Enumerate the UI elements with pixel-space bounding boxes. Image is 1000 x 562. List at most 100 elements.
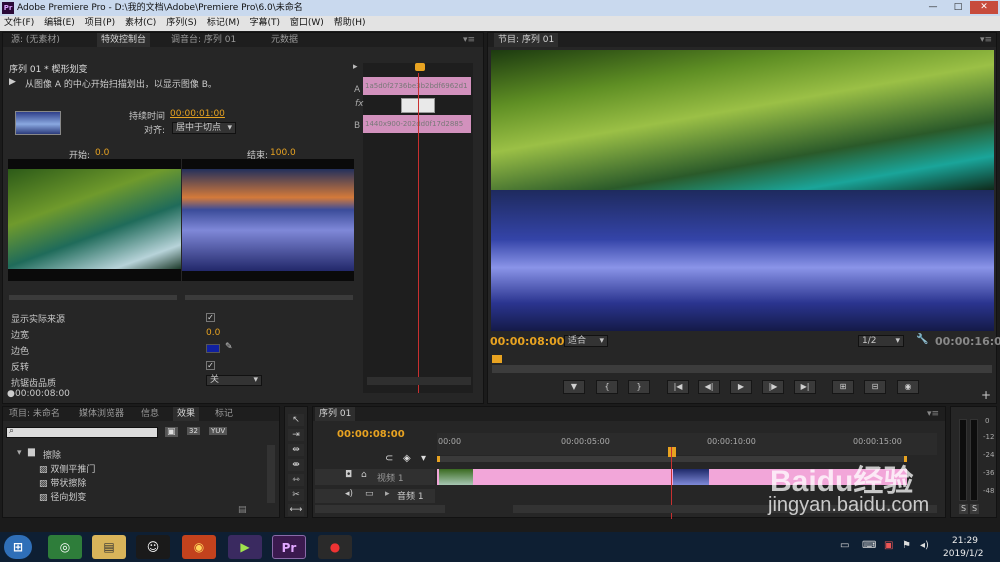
tab-effects[interactable]: 效果 [173,407,200,421]
extract-button[interactable]: ⊟ [864,380,886,394]
32bit-effects-icon[interactable]: 32 [187,427,200,435]
duration-value[interactable]: 00:00:01:00 [170,109,225,119]
preview-b-slider[interactable] [185,295,353,300]
tab-metadata[interactable]: 元数据 [271,33,298,47]
track-select-tool-icon[interactable]: ⇥ [288,429,304,441]
close-button[interactable]: ✕ [970,1,998,14]
align-select[interactable]: 居中于切点 ▾ [172,122,236,134]
lock-icon[interactable]: ⌂ [361,470,367,480]
tab-effect-controls[interactable]: 特效控制台 [97,33,151,47]
ripple-edit-tool-icon[interactable]: ⇹ [288,444,304,456]
clip-a-bar[interactable]: 1a5d0f2736be3b2bdf6962d1 [363,77,471,95]
input-method-icon[interactable]: ⌨ [862,540,876,551]
eyedropper-icon[interactable]: ✎ [225,342,233,352]
tab-sequence-01[interactable]: 序列 01 [315,407,356,421]
preview-a-slider[interactable] [9,295,177,300]
step-forward-button[interactable]: |▶ [762,380,784,394]
add-button-icon[interactable]: + [981,388,991,402]
playhead-handle[interactable] [415,63,425,71]
razor-tool-icon[interactable]: ✂ [288,489,304,501]
effects-search-input[interactable]: ⌕ [6,426,158,438]
show-source-checkbox[interactable]: ✓ [206,313,215,322]
volume-icon[interactable]: ◂) [920,540,929,551]
rate-stretch-tool-icon[interactable]: ⇿ [288,474,304,486]
network-icon[interactable]: ▭ [840,540,849,551]
qq-icon[interactable]: ☺ [136,535,170,559]
effects-folder-wipe[interactable]: 擦除 [43,448,61,461]
play-icon[interactable]: ▶ [9,77,16,87]
effect-item-band-wipe[interactable]: ▨ 带状擦除 [39,476,86,489]
minimize-button[interactable]: — [920,1,946,14]
panel-menu-icon[interactable]: ▾≡ [980,33,992,47]
menu-edit[interactable]: 编辑(E) [44,18,75,28]
border-width-value[interactable]: 0.0 [206,328,220,338]
solo-left-button[interactable]: S [959,504,968,514]
panel-menu-icon[interactable]: ▾≡ [927,407,939,421]
timeline-playhead-handle[interactable] [668,447,676,457]
expand-track-icon[interactable]: ▸ [385,489,390,499]
browser-360-icon[interactable]: ◎ [48,535,82,559]
video-editor-icon[interactable]: ▶ [228,535,262,559]
timeline-zoom-scrollbar[interactable] [315,505,445,513]
program-playhead-handle[interactable] [492,355,502,363]
new-bin-icon[interactable]: ▤ [238,505,247,515]
start-value[interactable]: 0.0 [95,148,109,158]
fit-select[interactable]: 适合 ▾ [564,335,608,347]
speaker-icon[interactable]: ◂) [345,489,353,499]
maximize-button[interactable]: □ [946,1,970,14]
mini-timeline-scrollbar[interactable] [367,377,471,385]
timeline-timecode[interactable]: 00:00:08:00 [337,429,405,440]
firefox-icon[interactable]: ◉ [182,535,216,559]
recorder-icon[interactable]: ● [318,535,352,559]
tab-source[interactable]: 源: (无素材) [11,33,60,47]
slip-tool-icon[interactable]: ⟷ [288,504,304,516]
mark-in-button[interactable]: { [596,380,618,394]
step-back-button[interactable]: ◀| [698,380,720,394]
go-to-out-button[interactable]: ▶| [794,380,816,394]
tab-markers[interactable]: 标记 [215,407,233,421]
program-zoom-bar[interactable] [492,365,992,373]
marker-button[interactable]: ▼ [563,380,585,394]
lift-button[interactable]: ⊞ [832,380,854,394]
border-color-swatch[interactable] [206,344,220,353]
end-value[interactable]: 100.0 [270,148,296,158]
snap-icon[interactable]: ⊂ [385,453,393,464]
menu-window[interactable]: 窗口(W) [290,18,324,28]
export-frame-button[interactable]: ◉ [897,380,919,394]
marker-icon[interactable]: ▾ [421,453,426,464]
start-button-icon[interactable]: ⊞ [4,535,32,559]
program-timecode[interactable]: 00:00:08:00 [490,335,564,348]
effect-item-radial-wipe[interactable]: ▨ 径向划变 [39,490,86,503]
antialias-select[interactable]: 关 ▾ [206,375,262,386]
rolling-edit-tool-icon[interactable]: ⇼ [288,459,304,471]
selection-tool-icon[interactable]: ↖ [288,414,304,426]
tab-media-browser[interactable]: 媒体浏览器 [79,407,124,421]
sync-lock-icon[interactable]: ▭ [365,489,374,499]
menu-marker[interactable]: 标记(M) [207,18,240,28]
menu-clip[interactable]: 素材(C) [125,18,156,28]
reverse-checkbox[interactable]: ✓ [206,361,215,370]
eye-icon[interactable]: ◘ [345,470,352,480]
tab-project[interactable]: 项目: 未命名 [9,407,60,421]
security-icon[interactable]: ▣ [884,540,893,551]
tab-audio-mixer[interactable]: 调音台: 序列 01 [171,33,236,47]
menu-help[interactable]: 帮助(H) [334,18,366,28]
wrench-icon[interactable]: 🔧 [916,334,928,345]
menu-project[interactable]: 项目(P) [85,18,115,28]
clock-date[interactable]: 2019/1/2 [943,549,983,559]
menu-sequence[interactable]: 序列(S) [166,18,197,28]
go-to-in-button[interactable]: |◀ [667,380,689,394]
tab-program[interactable]: 节目: 序列 01 [494,33,559,47]
menu-title[interactable]: 字幕(T) [249,18,280,28]
resolution-select[interactable]: 1/2 ▾ [858,335,904,347]
mark-out-button[interactable]: } [628,380,650,394]
flag-icon[interactable]: ⚑ [902,540,911,551]
set-marker-icon[interactable]: ◈ [403,453,411,464]
premiere-taskbar-icon[interactable]: Pr [272,535,306,559]
clock-time[interactable]: 21:29 [952,536,978,546]
accelerated-effects-icon[interactable]: ▣ [165,427,178,437]
chevron-right-icon[interactable]: ▸ [353,62,358,72]
effects-scrollbar[interactable] [267,445,275,503]
effect-item-double-door[interactable]: ▨ 双侧平推门 [39,462,95,475]
play-button[interactable]: ▶ [730,380,752,394]
